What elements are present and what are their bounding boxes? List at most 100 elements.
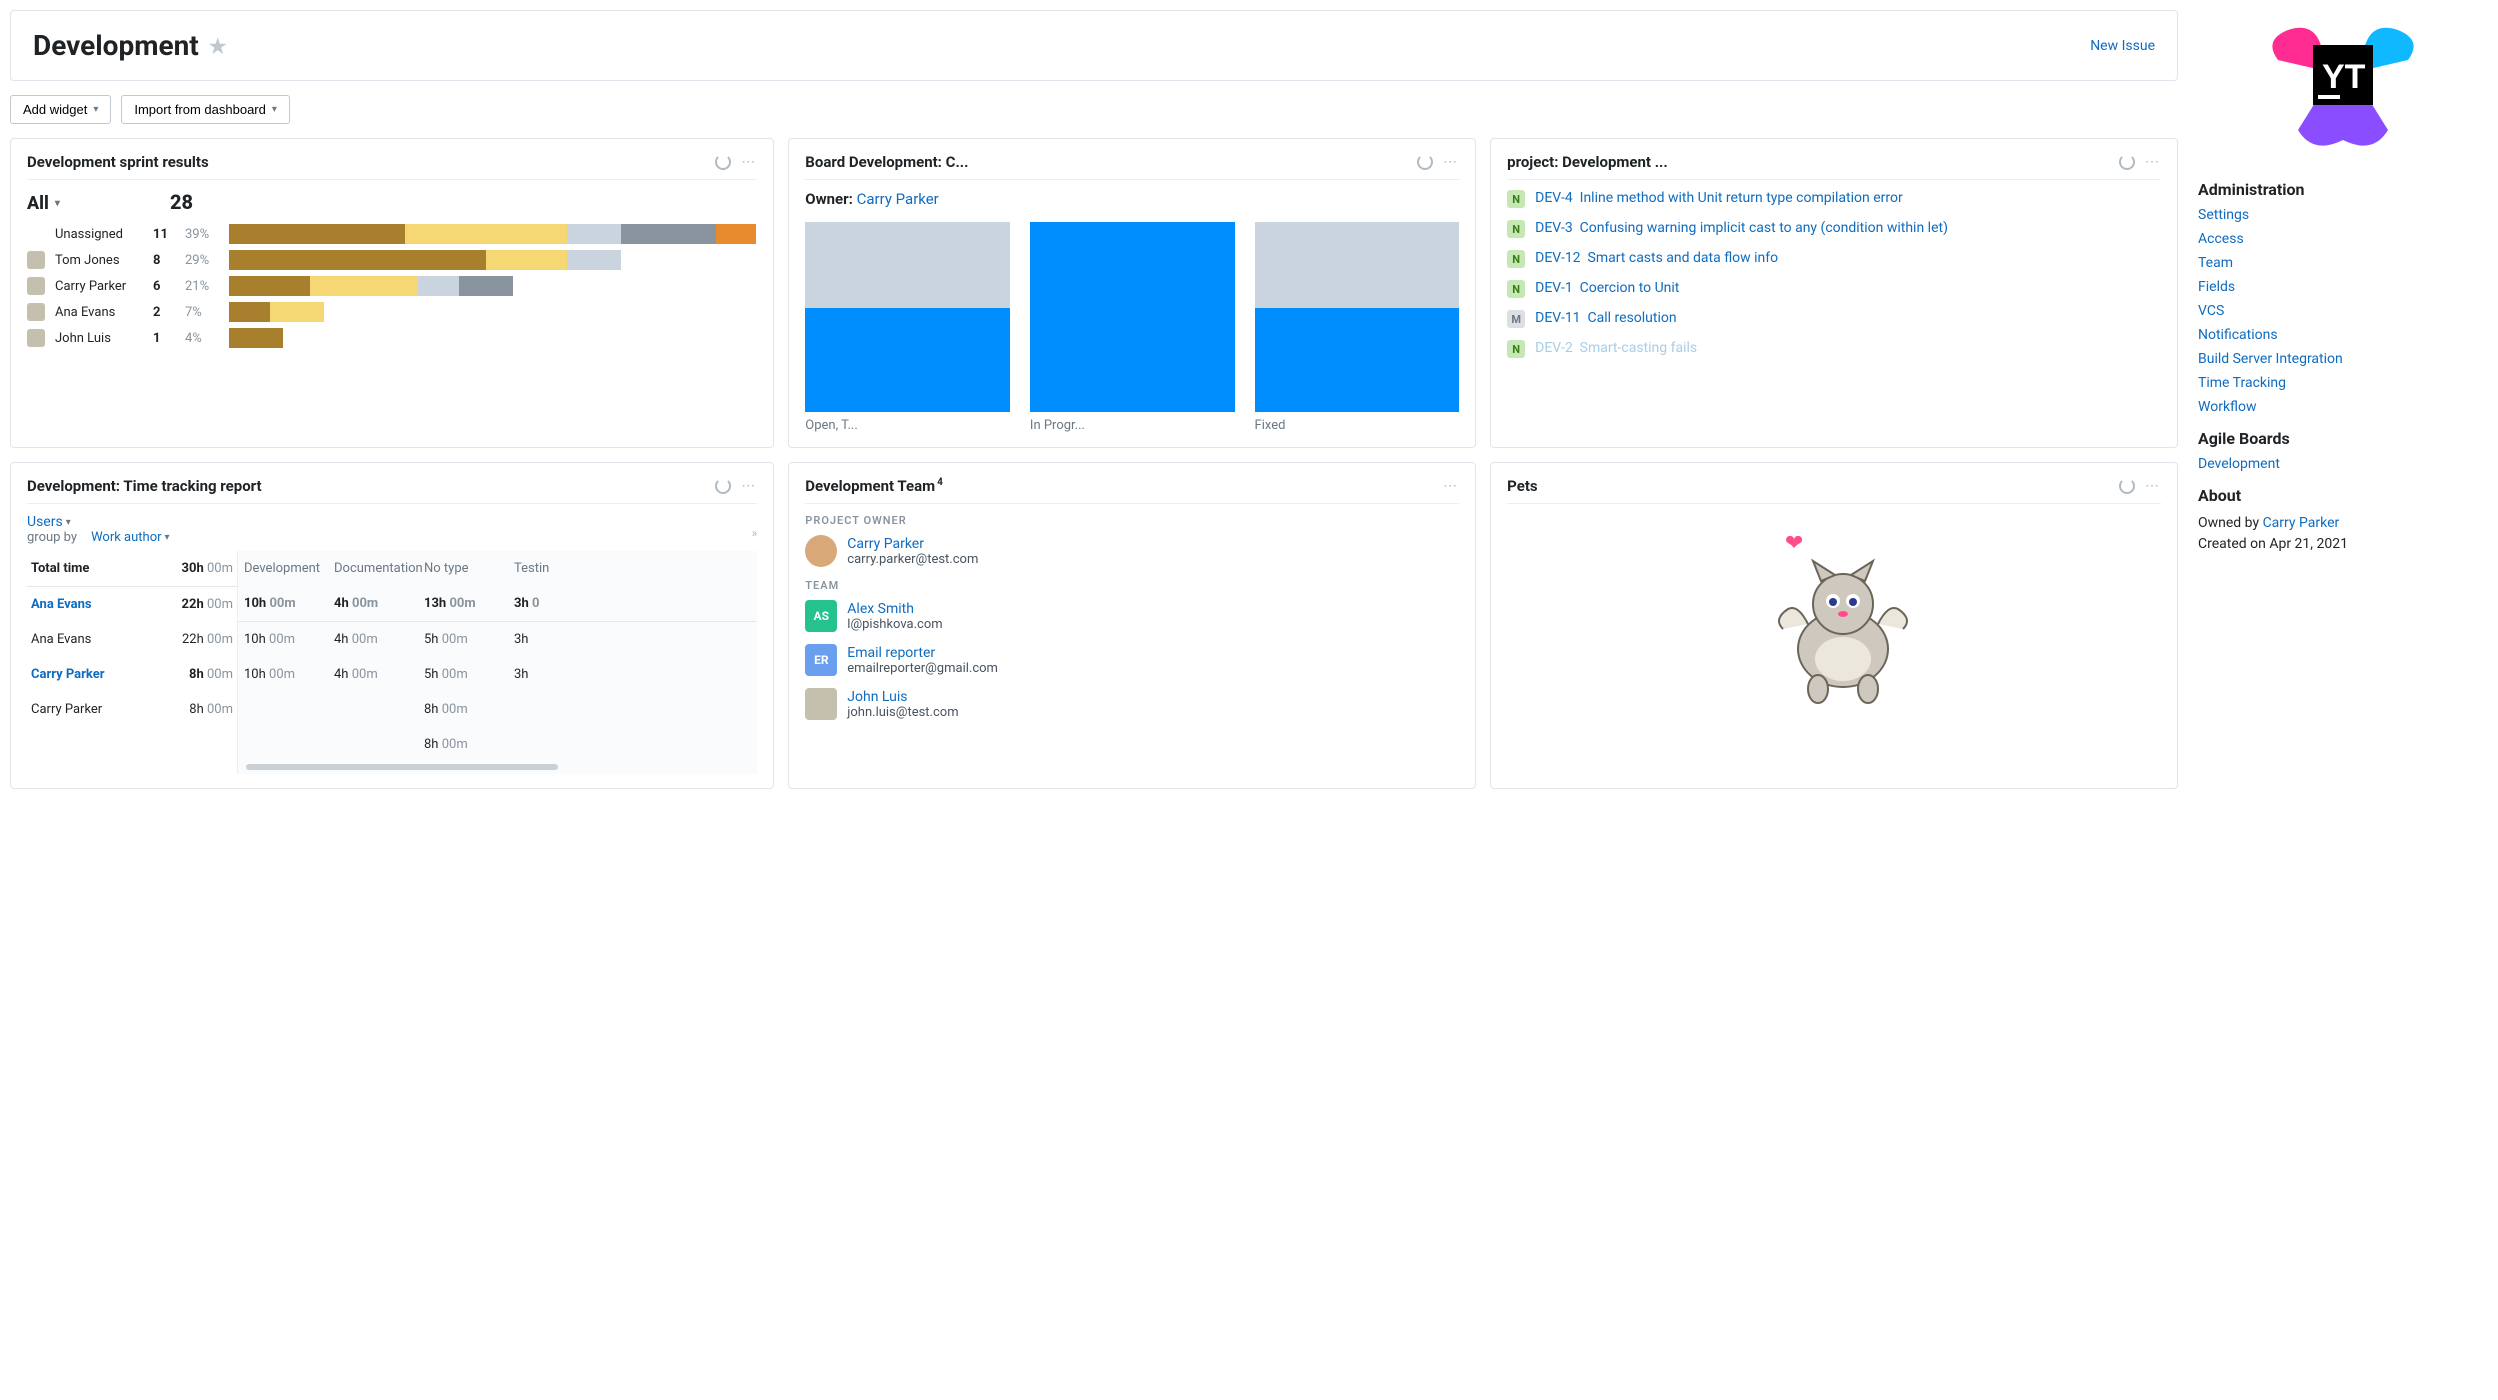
import-dashboard-button[interactable]: Import from dashboard ▾ — [121, 95, 290, 124]
issue-item[interactable]: MDEV-11 Call resolution — [1507, 310, 2161, 328]
admin-link[interactable]: Time Tracking — [2198, 375, 2488, 391]
widget-sprint-results: Development sprint results ⋯ All ▾ 28 Un… — [10, 138, 774, 448]
more-icon[interactable]: ⋯ — [1443, 154, 1459, 170]
refresh-icon[interactable] — [2119, 478, 2135, 494]
admin-link[interactable]: Workflow — [2198, 399, 2488, 415]
work-author-dropdown[interactable]: Work author▾ — [91, 530, 169, 545]
tt-row[interactable]: Ana Evans22h 00m — [27, 622, 237, 657]
priority-tag: N — [1507, 220, 1525, 238]
widget-title: Pets — [1507, 477, 1537, 495]
issue-item[interactable]: NDEV-4 Inline method with Unit return ty… — [1507, 190, 2161, 208]
team-member[interactable]: Carry Parker carry.parker@test.com — [805, 535, 1459, 567]
admin-link[interactable]: Notifications — [2198, 327, 2488, 343]
sprint-row[interactable]: John Luis14% — [27, 328, 757, 348]
more-icon[interactable]: ⋯ — [741, 478, 757, 494]
widget-title: project: Development ... — [1507, 153, 1668, 171]
agile-board-link[interactable]: Development — [2198, 456, 2488, 472]
sprint-total: 28 — [170, 190, 193, 214]
avatar — [27, 303, 45, 321]
admin-link[interactable]: Build Server Integration — [2198, 351, 2488, 367]
col-header: Testin — [508, 551, 598, 586]
tt-data-row: 10h 00m4h 00m5h 00m3h — [238, 657, 757, 692]
about-heading: About — [2198, 486, 2488, 505]
tt-data-row: 8h 00m — [238, 692, 757, 727]
widget-board-dev: Board Development: C... ⋯ Owner: Carry P… — [788, 138, 1476, 448]
expand-icon[interactable]: » — [752, 526, 758, 540]
avatar: AS — [805, 600, 837, 632]
issue-item[interactable]: NDEV-2 Smart-casting fails — [1507, 340, 2161, 358]
priority-tag: N — [1507, 340, 1525, 358]
tt-data-row: 8h 00m — [238, 727, 757, 762]
widget-pets: Pets ⋯ ❤ — [1490, 462, 2178, 789]
chevron-down-icon: ▾ — [55, 198, 60, 209]
chevron-down-icon: ▾ — [272, 104, 277, 115]
more-icon[interactable]: ⋯ — [1443, 478, 1459, 494]
col-header: Documentation — [328, 551, 418, 586]
priority-tag: N — [1507, 280, 1525, 298]
refresh-icon[interactable] — [715, 154, 731, 170]
widget-title: Board Development: C... — [805, 153, 968, 171]
issue-item[interactable]: NDEV-12 Smart casts and data flow info — [1507, 250, 2161, 268]
toolbar: Add widget ▾ Import from dashboard ▾ — [10, 95, 2178, 124]
team-member[interactable]: EREmail reporteremailreporter@gmail.com — [805, 644, 1459, 676]
sprint-bar — [229, 276, 757, 296]
yt-logo: YT — [2198, 20, 2488, 150]
issue-item[interactable]: NDEV-1 Coercion to Unit — [1507, 280, 2161, 298]
svg-text:YT: YT — [2322, 58, 2366, 96]
owner-link[interactable]: Carry Parker — [857, 190, 939, 208]
chart-label: Fixed — [1255, 418, 1460, 433]
add-widget-button[interactable]: Add widget ▾ — [10, 95, 111, 124]
refresh-icon[interactable] — [715, 478, 731, 494]
tt-row[interactable]: Carry Parker8h 00m — [27, 692, 237, 727]
page-title: Development — [33, 29, 199, 62]
sprint-row[interactable]: Tom Jones829% — [27, 250, 757, 270]
avatar: ER — [805, 644, 837, 676]
col-header: Development — [238, 551, 328, 586]
sprint-bar — [229, 302, 757, 322]
chart-label: Open, T... — [805, 418, 1010, 433]
section-label: PROJECT OWNER — [805, 514, 1459, 527]
avatar — [805, 688, 837, 720]
new-issue-link[interactable]: New Issue — [2090, 38, 2155, 54]
avatar — [805, 535, 837, 567]
more-icon[interactable]: ⋯ — [2145, 478, 2161, 494]
admin-link[interactable]: Access — [2198, 231, 2488, 247]
users-dropdown[interactable]: Users▾ — [27, 514, 71, 530]
sprint-bar — [229, 250, 757, 270]
total-time-label: Total time — [31, 561, 182, 576]
sprint-filter[interactable]: All ▾ — [27, 193, 60, 214]
col-header: No type — [418, 551, 508, 586]
sprint-bar — [229, 328, 757, 348]
widget-title: Development Team — [805, 477, 935, 495]
sprint-row[interactable]: Carry Parker621% — [27, 276, 757, 296]
admin-link[interactable]: Settings — [2198, 207, 2488, 223]
widget-title: Development sprint results — [27, 153, 209, 171]
priority-tag: N — [1507, 250, 1525, 268]
sprint-row[interactable]: Unassigned1139% — [27, 224, 757, 244]
chevron-down-icon: ▾ — [93, 104, 98, 115]
more-icon[interactable]: ⋯ — [741, 154, 757, 170]
priority-tag: N — [1507, 190, 1525, 208]
sidebar: YT Administration SettingsAccessTeamFiel… — [2198, 10, 2488, 789]
owner-link[interactable]: Carry Parker — [2263, 515, 2340, 531]
team-member[interactable]: ASAlex Smithl@pishkova.com — [805, 600, 1459, 632]
star-icon[interactable]: ★ — [209, 34, 227, 58]
issue-item[interactable]: NDEV-3 Confusing warning implicit cast t… — [1507, 220, 2161, 238]
admin-link[interactable]: VCS — [2198, 303, 2488, 319]
admin-link[interactable]: Team — [2198, 255, 2488, 271]
team-member[interactable]: John Luisjohn.luis@test.com — [805, 688, 1459, 720]
page-header: Development ★ New Issue — [10, 10, 2178, 81]
widget-issues: project: Development ... ⋯ NDEV-4 Inline… — [1490, 138, 2178, 448]
chart-label: In Progr... — [1030, 418, 1235, 433]
avatar — [27, 277, 45, 295]
tt-row[interactable]: Ana Evans22h 00m — [27, 587, 237, 622]
avatar — [27, 251, 45, 269]
admin-link[interactable]: Fields — [2198, 279, 2488, 295]
more-icon[interactable]: ⋯ — [2145, 154, 2161, 170]
tt-row[interactable]: Carry Parker8h 00m — [27, 657, 237, 692]
widget-time-tracking: Development: Time tracking report ⋯ User… — [10, 462, 774, 789]
refresh-icon[interactable] — [2119, 154, 2135, 170]
refresh-icon[interactable] — [1417, 154, 1433, 170]
agile-heading: Agile Boards — [2198, 429, 2488, 448]
sprint-row[interactable]: Ana Evans27% — [27, 302, 757, 322]
